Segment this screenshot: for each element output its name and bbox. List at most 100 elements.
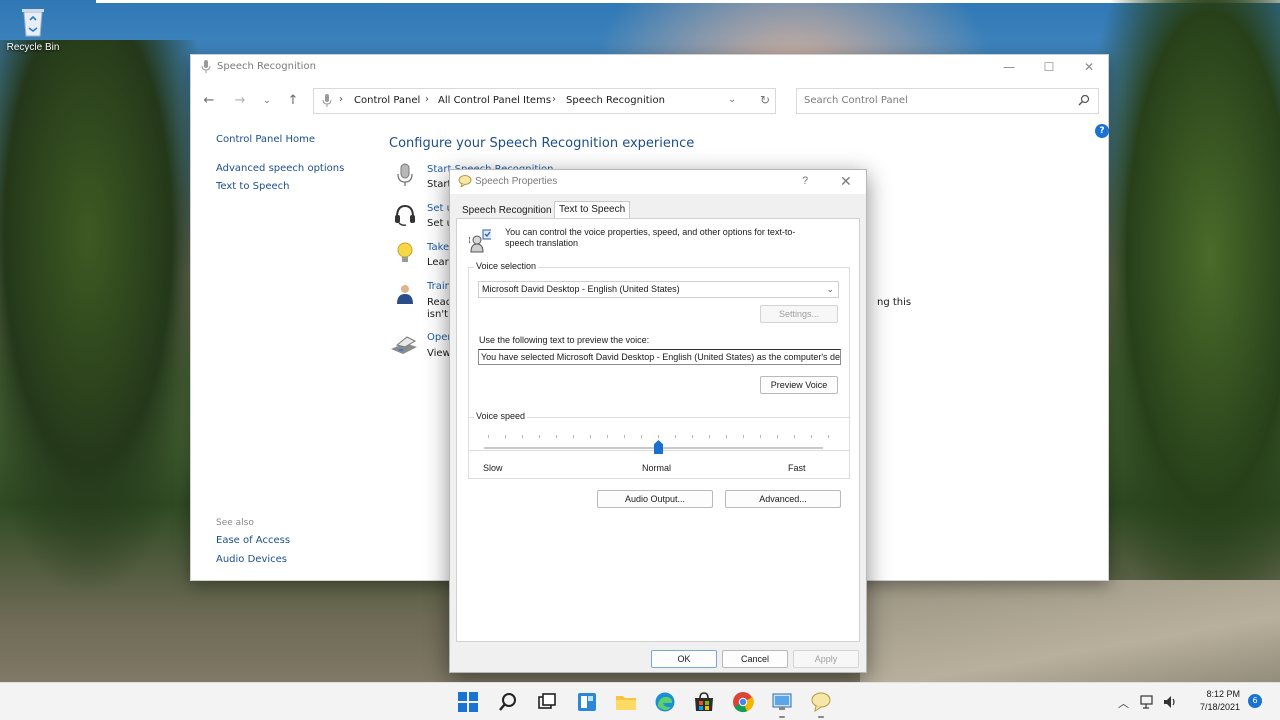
voice-speed-tick [709, 435, 710, 438]
forward-arrow-icon[interactable]: → [232, 93, 248, 109]
audio-output-button[interactable]: Audio Output... [597, 490, 713, 508]
voice-speed-tick [726, 435, 727, 438]
address-dropdown-icon[interactable]: ⌄ [728, 94, 736, 105]
preview-voice-button[interactable]: Preview Voice [760, 376, 838, 394]
text-to-speech-link[interactable]: Text to Speech [216, 181, 289, 192]
voice-dropdown-value: Microsoft David Desktop - English (Unite… [482, 284, 680, 294]
window-title: Speech Recognition [217, 61, 316, 72]
page-title: Configure your Speech Recognition experi… [389, 136, 695, 151]
ok-button[interactable]: OK [651, 650, 717, 668]
cancel-button[interactable]: Cancel [722, 650, 788, 668]
refresh-icon[interactable]: ↻ [760, 93, 770, 107]
system-clock[interactable]: 8:12 PM 7/18/2021 [1188, 688, 1240, 714]
show-hidden-icons-chevron-icon[interactable]: ︿ [1118, 695, 1129, 711]
address-bar[interactable]: › Control Panel › All Control Panel Item… [313, 88, 776, 114]
apply-button[interactable]: Apply [793, 650, 859, 668]
road [860, 580, 1280, 690]
voice-speed-track[interactable] [484, 447, 823, 449]
notification-badge[interactable]: 6 [1248, 694, 1262, 708]
edge-browser-icon[interactable] [654, 691, 676, 713]
see-also-heading: See also [216, 518, 254, 528]
voice-settings-button[interactable]: Settings... [760, 305, 838, 323]
voice-speed-label: Voice speed [474, 411, 528, 421]
close-button[interactable]: ✕ [1079, 58, 1099, 76]
train-computer-link[interactable]: Train [427, 281, 451, 292]
microphone-icon [397, 163, 413, 186]
maximize-button[interactable]: ☐ [1039, 58, 1059, 76]
search-input[interactable]: Search Control Panel [796, 88, 1099, 114]
voice-speed-tick [488, 435, 489, 438]
preview-text-label: Use the following text to preview the vo… [479, 335, 650, 345]
voice-speed-tick [828, 435, 829, 438]
voice-speed-tick [777, 435, 778, 438]
chrome-browser-icon[interactable] [732, 691, 754, 713]
search-icon[interactable] [497, 691, 519, 713]
preview-text-input[interactable]: You have selected Microsoft David Deskto… [478, 349, 841, 365]
volume-icon[interactable] [1162, 694, 1178, 710]
control-panel-running-indicator [779, 716, 785, 718]
speed-slow-label: Slow [483, 463, 503, 473]
tab-text-to-speech[interactable]: Text to Speech [554, 201, 631, 219]
speech-properties-running-indicator [818, 716, 824, 718]
back-arrow-icon[interactable]: ← [201, 93, 217, 109]
title-bar[interactable]: Speech Recognition — ☐ ✕ [191, 55, 1108, 79]
voice-speed-tick [641, 435, 642, 438]
voice-speed-tick [556, 435, 557, 438]
file-explorer-icon[interactable] [615, 691, 637, 713]
taskbar: ︿ 8:12 PM 7/18/2021 6 [0, 682, 1280, 720]
control-panel-home-link[interactable]: Control Panel Home [216, 134, 315, 145]
search-icon[interactable] [1078, 94, 1090, 106]
dialog-title: Speech Properties [475, 176, 558, 187]
tab-speech-recognition[interactable]: Speech Recognition [458, 203, 556, 219]
dialog-title-bar[interactable]: Speech Properties ? ✕ [450, 170, 866, 194]
speed-fast-label: Fast [788, 463, 806, 473]
train-computer-description-tail: ng this [877, 297, 912, 308]
breadcrumb-separator-icon: › [552, 94, 556, 105]
user-training-icon [397, 285, 413, 304]
advanced-speech-options-link[interactable]: Advanced speech options [216, 163, 344, 174]
voice-speed-tick [590, 435, 591, 438]
network-icon[interactable] [1140, 694, 1156, 710]
voice-speed-tick [743, 435, 744, 438]
clock-date: 7/18/2021 [1199, 702, 1240, 712]
ease-of-access-link[interactable]: Ease of Access [216, 535, 290, 546]
up-arrow-icon[interactable]: ↑ [285, 93, 301, 109]
help-icon[interactable]: ? [1095, 124, 1109, 138]
voice-speed-tick [573, 435, 574, 438]
task-view-icon[interactable] [536, 691, 558, 713]
breadcrumb-speech-recognition[interactable]: Speech Recognition [566, 95, 665, 106]
microsoft-store-icon[interactable] [693, 691, 715, 713]
recent-locations-chevron-icon[interactable]: ⌄ [259, 93, 275, 109]
palm-tree-left [0, 40, 220, 600]
recycle-bin[interactable]: Recycle Bin [2, 4, 64, 53]
speech-properties-icon[interactable] [810, 691, 832, 713]
navigation-bar: ← → ⌄ ↑ › Control Panel › All Control Pa… [191, 87, 1108, 115]
voice-dropdown[interactable]: Microsoft David Desktop - English (Unite… [478, 281, 839, 298]
breadcrumb-all-items[interactable]: All Control Panel Items [438, 95, 551, 106]
take-speech-tutorial-link[interactable]: Take [427, 242, 449, 253]
intro-description: You can control the voice properties, sp… [505, 227, 796, 248]
desktop-top-strip [96, 0, 1280, 3]
microphone-icon [201, 60, 211, 73]
breadcrumb-control-panel[interactable]: Control Panel [354, 95, 420, 106]
voice-speed-tick [522, 435, 523, 438]
control-panel-icon[interactable] [771, 691, 793, 713]
advanced-button[interactable]: Advanced... [725, 490, 841, 508]
minimize-button[interactable]: — [999, 58, 1019, 76]
windows-start-icon[interactable] [457, 691, 479, 713]
voice-speed-tick [607, 435, 608, 438]
dialog-help-button[interactable]: ? [802, 175, 808, 187]
audio-devices-link[interactable]: Audio Devices [216, 554, 287, 565]
dialog-close-button[interactable]: ✕ [840, 173, 852, 190]
microphone-icon [322, 94, 332, 107]
text-to-speech-panel: You can control the voice properties, sp… [456, 218, 860, 642]
train-computer-description-line2: isn't [427, 309, 448, 320]
start-speech-description: Start [427, 179, 452, 190]
widgets-icon[interactable] [576, 691, 598, 713]
search-placeholder: Search Control Panel [804, 95, 908, 106]
recycle-bin-icon [18, 4, 48, 38]
breadcrumb-separator-icon: › [339, 94, 343, 105]
recycle-bin-label: Recycle Bin [6, 42, 60, 53]
reference-card-printer-icon [391, 336, 417, 354]
speech-properties-dialog: Speech Properties ? ✕ Speech Recognition… [449, 169, 867, 673]
